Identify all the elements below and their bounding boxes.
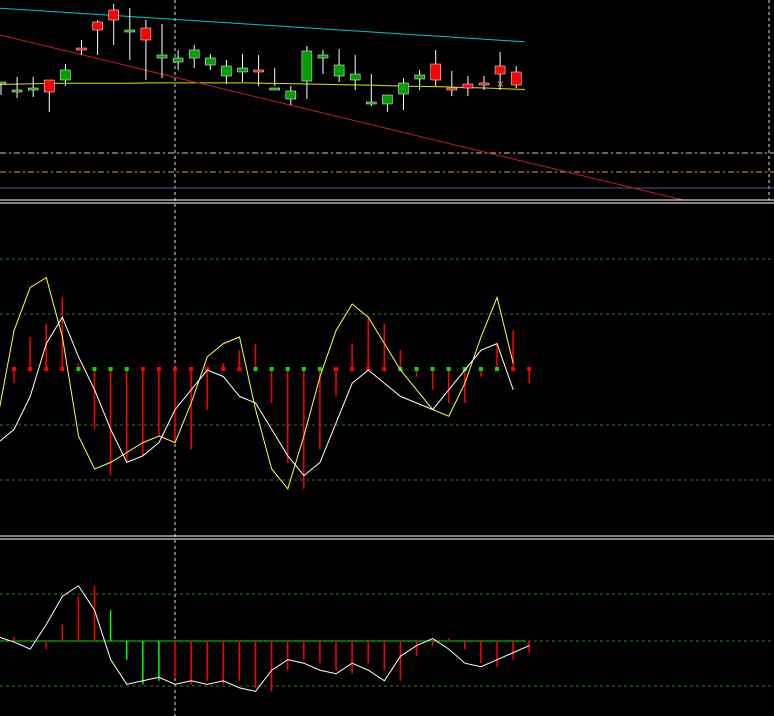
ma-slow-line xyxy=(0,7,525,43)
oscillator-green-dot xyxy=(301,367,306,371)
oscillator-hist-cap xyxy=(44,367,49,371)
candle-body xyxy=(172,57,184,63)
oscillator-green-dot xyxy=(414,367,419,371)
oscillator-hist-cap xyxy=(173,367,177,371)
oscillator-green-dot xyxy=(430,367,435,371)
oscillator-hist-cap xyxy=(350,367,355,371)
candle-body xyxy=(446,87,458,91)
oscillator-hist-cap xyxy=(221,367,226,371)
oscillator-green-dot xyxy=(76,367,81,371)
candle-body xyxy=(398,82,409,95)
oscillator-green-dot xyxy=(269,367,274,371)
oscillator-hist-cap xyxy=(156,367,161,371)
candle-body xyxy=(366,101,377,105)
candle-body xyxy=(462,83,474,89)
oscillator-green-dot xyxy=(124,367,129,371)
candle-body xyxy=(188,49,200,59)
chart-root: × xyxy=(0,0,774,716)
candle-body xyxy=(285,90,297,100)
oscillator-hist-cap xyxy=(237,367,242,371)
oscillator-green-dot xyxy=(317,367,322,371)
ma-fast-line xyxy=(0,82,525,90)
oscillator-main-line xyxy=(0,276,514,490)
oscillator-green-dot xyxy=(253,367,258,371)
histogram-line xyxy=(0,585,530,692)
oscillator-green-dot xyxy=(446,367,451,371)
candle-body xyxy=(124,29,136,33)
oscillator-green-dot xyxy=(478,367,483,371)
candle-body xyxy=(11,89,23,93)
oscillator-hist-cap xyxy=(12,367,16,371)
candle-body xyxy=(27,87,39,91)
oscillator-green-dot xyxy=(285,367,290,371)
candle-body xyxy=(478,82,490,86)
oscillator-hist-cap xyxy=(334,367,338,371)
candle-body xyxy=(92,21,103,31)
candle-body xyxy=(205,57,216,66)
oscillator-hist-cap xyxy=(140,367,145,371)
candle-body xyxy=(414,74,425,80)
oscillator-green-dot xyxy=(92,367,97,371)
oscillator-hist-cap xyxy=(28,367,33,371)
candle-body xyxy=(44,79,55,93)
oscillator-hist-cap xyxy=(511,367,516,371)
candle-body xyxy=(156,54,168,59)
candle-body xyxy=(382,94,393,105)
candle-body xyxy=(333,64,345,77)
candle-body xyxy=(430,63,441,81)
candle-body xyxy=(60,69,71,81)
candle-body xyxy=(510,71,522,86)
candle-body xyxy=(0,81,7,85)
oscillator-hist-cap xyxy=(60,367,65,371)
oscillator-green-dot xyxy=(108,367,113,371)
candle-body xyxy=(301,50,313,82)
candle-body xyxy=(237,67,248,73)
oscillator-hist-cap xyxy=(527,367,532,371)
candle-body xyxy=(349,73,361,81)
candle-body xyxy=(221,65,232,77)
price-chart-svg[interactable]: × xyxy=(0,0,774,716)
candle-body xyxy=(494,65,506,75)
candle-marker-icon: × xyxy=(496,79,504,90)
oscillator-hist-cap xyxy=(189,367,194,371)
candle-body xyxy=(76,47,87,51)
candle-body xyxy=(108,9,119,21)
oscillator-signal-line xyxy=(0,316,514,477)
candle-body xyxy=(140,27,152,41)
candle-body xyxy=(269,87,280,91)
oscillator-hist-cap xyxy=(382,367,387,371)
candle-body xyxy=(253,69,264,73)
oscillator-green-dot xyxy=(495,367,499,371)
trendline xyxy=(0,34,684,201)
candle-body xyxy=(317,54,329,59)
